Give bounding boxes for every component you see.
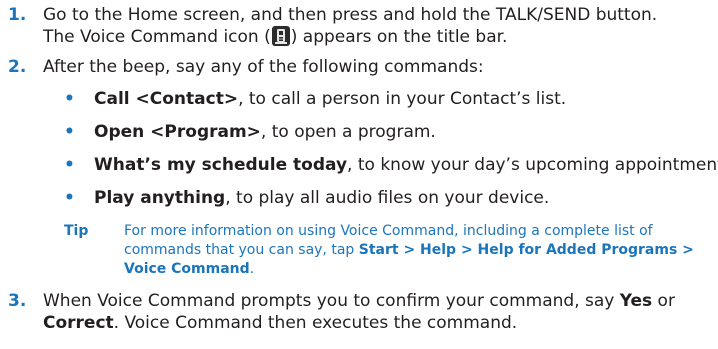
command-description: , to know your day’s upcoming appointmen…	[347, 155, 718, 175]
command-name: Open <Program>	[94, 122, 261, 142]
command-description: , to open a program.	[260, 122, 436, 142]
step-line: Correct. Voice Command then executes the…	[43, 312, 718, 334]
step-text: When Voice Command prompts you to confir…	[43, 290, 718, 334]
step-line: Go to the Home screen, and then press an…	[43, 5, 658, 25]
list-item-text: Play anything, to play all audio files o…	[94, 187, 549, 209]
text-segment: . Voice Command then executes the comman…	[113, 313, 518, 333]
tip-line: commands that you can say, tap Start > H…	[124, 241, 718, 260]
tip-label: Tip	[64, 223, 89, 239]
command-name: What’s my schedule today	[94, 155, 348, 175]
step-text: Go to the Home screen, and then press an…	[43, 4, 718, 48]
step-text: After the beep, say any of the following…	[43, 56, 718, 78]
list-item-text: What’s my schedule today, to know your d…	[94, 154, 718, 176]
list-item-text: Call <Contact>, to call a person in your…	[94, 88, 566, 110]
menu-path: Voice Command	[124, 261, 250, 277]
keyword: Correct	[43, 313, 114, 333]
text-segment: or	[652, 291, 675, 311]
voice-command-icon	[271, 26, 290, 46]
command-name: Play anything	[94, 188, 226, 208]
step-number: 2.	[8, 57, 27, 77]
menu-path: Start > Help > Help for Added Programs >	[358, 242, 694, 258]
bullet-marker: •	[64, 89, 75, 109]
command-description: , to call a person in your Contact’s lis…	[238, 89, 567, 109]
list-item-text: Open <Program>, to open a program.	[94, 121, 436, 143]
step-line: After the beep, say any of the following…	[43, 57, 484, 77]
command-description: , to play all audio files on your device…	[225, 188, 550, 208]
bullet-marker: •	[64, 122, 75, 142]
instruction-page: 1. Go to the Home screen, and then press…	[0, 0, 718, 349]
command-name: Call <Contact>	[94, 89, 239, 109]
tip-text: For more information on using Voice Comm…	[124, 222, 718, 279]
step-line: When Voice Command prompts you to confir…	[43, 290, 718, 312]
bullet-marker: •	[64, 155, 75, 175]
text-segment: When Voice Command prompts you to confir…	[43, 291, 620, 311]
step-number: 1.	[8, 5, 27, 25]
text-segment: ) appears on the title bar.	[290, 27, 508, 47]
text-segment: The Voice Command icon (	[43, 27, 271, 47]
step-number: 3.	[8, 291, 27, 311]
tip-line: For more information on using Voice Comm…	[124, 223, 653, 239]
keyword: Yes	[619, 291, 653, 311]
bullet-marker: •	[64, 188, 75, 208]
tip-line: Voice Command.	[124, 260, 718, 279]
text-segment: commands that you can say, tap	[124, 242, 359, 258]
step-line: The Voice Command icon ( ) appears on the…	[43, 26, 718, 48]
text-segment: .	[249, 261, 255, 277]
